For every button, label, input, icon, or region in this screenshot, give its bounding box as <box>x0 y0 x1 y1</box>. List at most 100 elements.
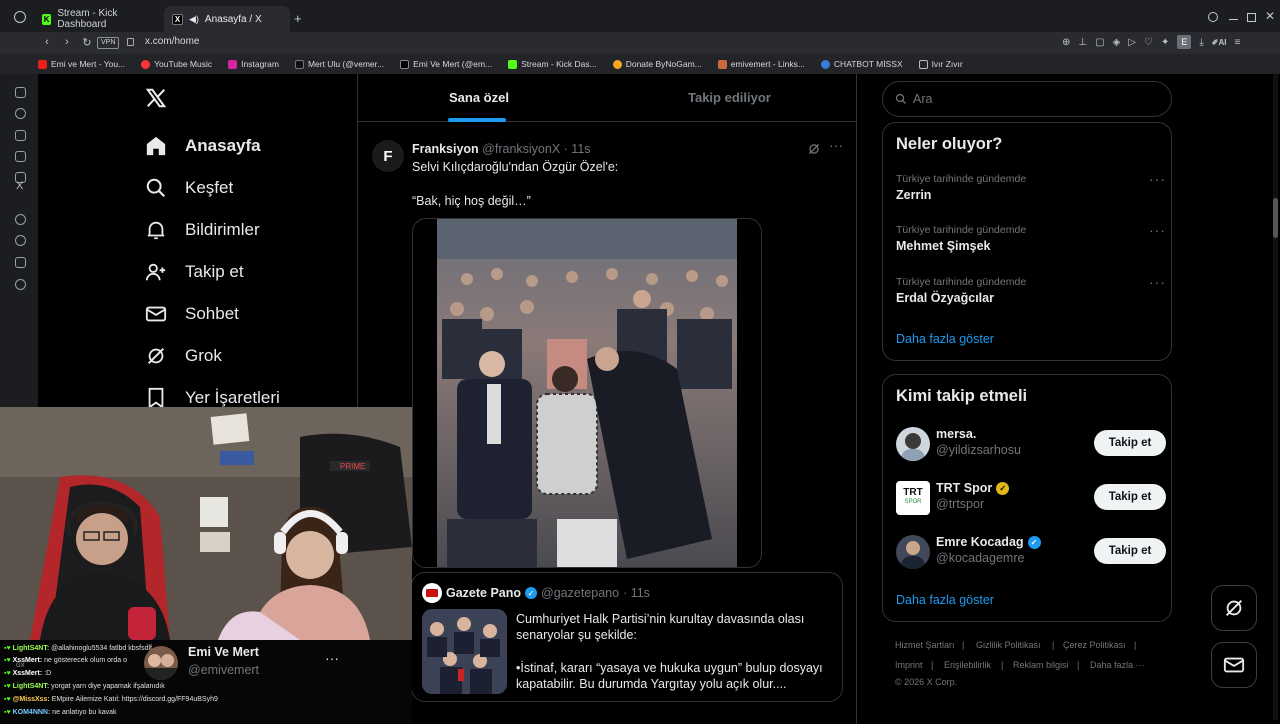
avatar[interactable]: F <box>372 140 404 172</box>
zoom-icon[interactable]: ⊕ <box>1062 37 1070 48</box>
scrollbar[interactable] <box>1273 74 1278 720</box>
close-window-button[interactable]: ✕ <box>1265 9 1275 23</box>
avatar[interactable] <box>896 535 930 569</box>
bookmark-item[interactable]: YouTube Music <box>141 59 212 69</box>
footer-link[interactable]: Erişilebilirlik <box>944 660 991 670</box>
follow-button[interactable]: Takip et <box>1094 538 1166 564</box>
avatar[interactable] <box>896 427 930 461</box>
back-button[interactable]: ‹ <box>38 36 56 49</box>
suggested-user[interactable]: Emre Kocadag ✓ @kocadagemre Takip et <box>896 533 1166 573</box>
nav-notifications[interactable]: Bildirimler <box>145 219 260 241</box>
suggested-user[interactable]: TRT SPOR TRT Spor ✓ @trtspor Takip et <box>896 479 1166 519</box>
vpn-badge[interactable]: VPN <box>97 37 120 49</box>
menu-icon[interactable]: ≡ <box>1234 37 1240 48</box>
profile-avatar[interactable]: E <box>1177 35 1192 49</box>
tweet-time[interactable]: · 11s <box>623 586 650 600</box>
account-more-icon[interactable]: ··· <box>325 650 339 666</box>
sidebar-history-icon[interactable] <box>15 108 26 119</box>
grok-icon[interactable] <box>807 142 821 156</box>
trend-item[interactable]: Türkiye tarihinde gündemde Mehmet Şimşek… <box>896 222 1166 253</box>
download-icon[interactable]: ⤓ <box>1199 37 1203 48</box>
trend-item[interactable]: Türkiye tarihinde gündemde Zerrin ··· <box>896 171 1166 202</box>
user-handle[interactable]: @trtspor <box>936 497 1009 511</box>
ai-button[interactable]: ✐AI <box>1212 38 1227 47</box>
url-field[interactable]: x.com/home <box>145 36 199 47</box>
trend-item[interactable]: Türkiye tarihinde gündemde Erdal Özyağcı… <box>896 274 1166 305</box>
minimize-button[interactable] <box>1229 19 1238 21</box>
sidebar-x-icon[interactable]: X <box>16 180 23 192</box>
reload-button[interactable]: ↻ <box>78 36 96 49</box>
tweet-time[interactable]: · 11s <box>564 142 591 156</box>
bookmark-item[interactable]: emivemert - Links... <box>717 59 805 69</box>
footer-link[interactable]: Reklam bilgisi <box>1013 660 1069 670</box>
pin-icon[interactable]: ⊥ <box>1078 37 1087 48</box>
author-name[interactable]: Franksiyon <box>412 142 479 156</box>
footer-more-link[interactable]: Daha fazla ··· <box>1090 660 1145 670</box>
search-input[interactable] <box>913 92 1153 106</box>
sidebar-settings-icon[interactable] <box>15 279 26 290</box>
tab-for-you[interactable]: Sana özel <box>449 90 509 105</box>
footer-link[interactable]: Çerez Politikası <box>1063 640 1126 650</box>
nav-home[interactable]: Anasayfa <box>145 135 261 157</box>
browser-logo-icon[interactable] <box>14 11 26 23</box>
extensions-icon[interactable]: ✦ <box>1161 37 1169 48</box>
sidebar-music-icon[interactable] <box>15 214 26 225</box>
tweet[interactable]: Gazete Pano ✓ @gazetepano · 11s Cumhuriy… <box>411 572 843 702</box>
follow-button[interactable]: Takip et <box>1094 484 1166 510</box>
trt-spor-logo[interactable]: TRT SPOR <box>896 481 930 515</box>
sidebar-extension-icon[interactable] <box>15 257 26 268</box>
new-tab-button[interactable]: + <box>294 11 302 26</box>
bookmark-item[interactable]: CHATBOT MİSSX <box>820 59 903 69</box>
tab-x-home[interactable]: X ◀) Anasayfa / X <box>164 6 290 32</box>
tweet-thumbnail[interactable] <box>422 609 507 694</box>
bookmark-item[interactable]: Emi Ve Mert (@em... <box>400 59 492 69</box>
user-name[interactable]: Emre Kocadag <box>936 535 1024 549</box>
footer-link[interactable]: Hizmet Şartları <box>895 640 955 650</box>
tab-search-icon[interactable] <box>1208 12 1218 22</box>
bookmark-item[interactable]: Stream - Kick Das... <box>508 59 597 69</box>
user-handle[interactable]: @kocadagemre <box>936 551 1041 565</box>
sidebar-notes-icon[interactable] <box>15 130 26 141</box>
more-options-icon[interactable]: ··· <box>1149 171 1166 187</box>
forward-button[interactable]: › <box>58 36 76 49</box>
author-handle[interactable]: @franksiyonX <box>482 142 560 156</box>
bookmark-item[interactable]: Mert Ulu (@vemer... <box>294 59 384 69</box>
screenshot-icon[interactable]: ▢ <box>1095 37 1104 48</box>
tab-kick-dashboard[interactable]: K Stream - Kick Dashboard <box>34 6 160 32</box>
tab-following[interactable]: Takip ediliyor <box>688 90 771 105</box>
speaker-icon[interactable]: ◀) <box>189 14 199 25</box>
show-more-trends-link[interactable]: Daha fazla göster <box>896 332 994 346</box>
footer-link[interactable]: Imprint <box>895 660 923 670</box>
more-options-icon[interactable]: ··· <box>829 137 843 153</box>
lock-icon[interactable] <box>127 38 134 46</box>
author-name[interactable]: Gazete Pano <box>446 586 521 600</box>
grok-floating-button[interactable] <box>1211 585 1257 631</box>
user-handle[interactable]: @yildizsarhosu <box>936 443 1021 457</box>
messages-floating-button[interactable] <box>1211 642 1257 688</box>
user-name[interactable]: TRT Spor <box>936 481 992 495</box>
nav-follow[interactable]: Takip et <box>145 261 244 283</box>
sidebar-reader-icon[interactable] <box>15 151 26 162</box>
avatar[interactable] <box>422 583 442 603</box>
sidebar-clock-icon[interactable] <box>15 235 26 246</box>
avatar[interactable] <box>144 646 178 680</box>
bookmark-item[interactable]: Instagram <box>228 59 279 69</box>
bookmark-item[interactable]: Donate ByNoGam... <box>612 59 702 69</box>
more-options-icon[interactable]: ··· <box>1149 274 1166 290</box>
bookmark-folder[interactable]: Ivır Zıvır <box>918 59 963 69</box>
tweet-video[interactable] <box>412 218 762 568</box>
more-options-icon[interactable]: ··· <box>1149 222 1166 238</box>
bookmark-item[interactable]: Emi ve Mert - You... <box>38 59 125 69</box>
suggested-user[interactable]: mersa. @yildizsarhosu Takip et <box>896 425 1166 465</box>
maximize-button[interactable] <box>1247 13 1256 22</box>
footer-link[interactable]: Gizlilik Politikası <box>976 640 1041 650</box>
account-switcher[interactable]: Emi Ve Mert @emivemert ··· <box>142 643 352 681</box>
x-logo-icon[interactable] <box>145 87 167 109</box>
heart-icon[interactable]: ♡ <box>1144 37 1153 48</box>
user-name[interactable]: mersa. <box>936 427 1021 441</box>
nav-chat[interactable]: Sohbet <box>145 303 239 325</box>
follow-button[interactable]: Takip et <box>1094 430 1166 456</box>
nav-bookmarks[interactable]: Yer İşaretleri <box>145 387 280 409</box>
author-handle[interactable]: @gazetepano <box>541 586 619 600</box>
show-more-suggestions-link[interactable]: Daha fazla göster <box>896 593 994 607</box>
